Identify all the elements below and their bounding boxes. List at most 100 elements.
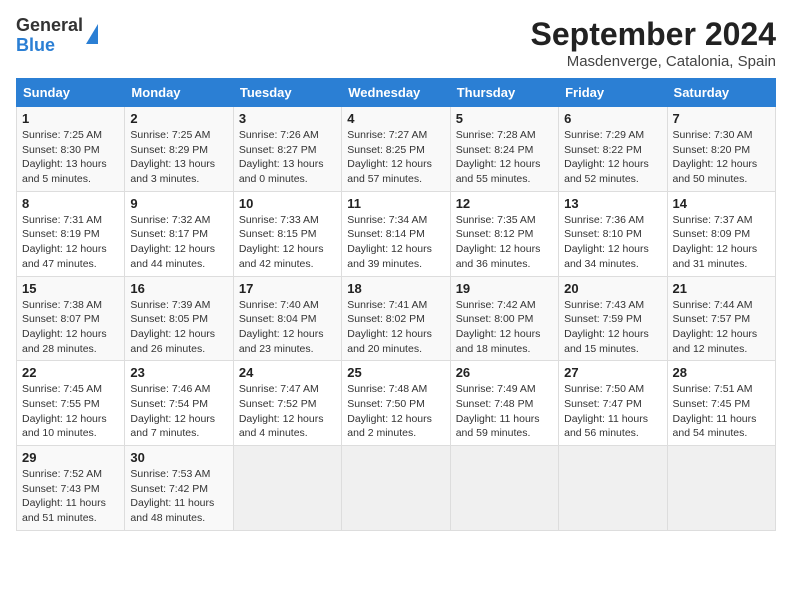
calendar-week-row: 22 Sunrise: 7:45 AMSunset: 7:55 PMDayligh… <box>17 361 776 446</box>
day-number: 21 <box>673 281 770 296</box>
day-info: Sunrise: 7:34 AMSunset: 8:14 PMDaylight:… <box>347 213 444 272</box>
calendar-cell: 16 Sunrise: 7:39 AMSunset: 8:05 PMDayligh… <box>125 276 233 361</box>
day-number: 11 <box>347 196 444 211</box>
calendar-header-row: SundayMondayTuesdayWednesdayThursdayFrid… <box>17 79 776 107</box>
calendar-cell: 7 Sunrise: 7:30 AMSunset: 8:20 PMDaylight… <box>667 107 775 192</box>
day-info: Sunrise: 7:47 AMSunset: 7:52 PMDaylight:… <box>239 382 336 441</box>
day-info: Sunrise: 7:32 AMSunset: 8:17 PMDaylight:… <box>130 213 227 272</box>
day-number: 13 <box>564 196 661 211</box>
day-number: 2 <box>130 111 227 126</box>
day-info: Sunrise: 7:25 AMSunset: 8:30 PMDaylight:… <box>22 128 119 187</box>
day-number: 3 <box>239 111 336 126</box>
day-number: 12 <box>456 196 553 211</box>
calendar-cell: 28Sunrise: 7:51 AMSunset: 7:45 PMDayligh… <box>667 361 775 446</box>
calendar-cell: 19 Sunrise: 7:42 AMSunset: 8:00 PMDayligh… <box>450 276 558 361</box>
calendar-cell <box>559 446 667 531</box>
calendar-cell: 23 Sunrise: 7:46 AMSunset: 7:54 PMDayligh… <box>125 361 233 446</box>
calendar-cell: 13Sunrise: 7:36 AMSunset: 8:10 PMDayligh… <box>559 191 667 276</box>
calendar-body: 1 Sunrise: 7:25 AMSunset: 8:30 PMDaylight… <box>17 107 776 531</box>
day-of-week-header: Sunday <box>17 79 125 107</box>
day-number: 23 <box>130 365 227 380</box>
day-info: Sunrise: 7:31 AMSunset: 8:19 PMDaylight:… <box>22 213 119 272</box>
day-of-week-header: Monday <box>125 79 233 107</box>
location: Masdenverge, Catalonia, Spain <box>531 53 776 70</box>
calendar-cell <box>342 446 450 531</box>
day-info: Sunrise: 7:28 AMSunset: 8:24 PMDaylight:… <box>456 128 553 187</box>
calendar-cell: 30Sunrise: 7:53 AMSunset: 7:42 PMDayligh… <box>125 446 233 531</box>
calendar-table: SundayMondayTuesdayWednesdayThursdayFrid… <box>16 78 776 531</box>
day-number: 25 <box>347 365 444 380</box>
day-info: Sunrise: 7:30 AMSunset: 8:20 PMDaylight:… <box>673 128 770 187</box>
month-title: September 2024 <box>531 16 776 53</box>
day-info: Sunrise: 7:44 AMSunset: 7:57 PMDaylight:… <box>673 298 770 357</box>
day-info: Sunrise: 7:46 AMSunset: 7:54 PMDaylight:… <box>130 382 227 441</box>
day-number: 15 <box>22 281 119 296</box>
day-number: 17 <box>239 281 336 296</box>
calendar-cell: 11 Sunrise: 7:34 AMSunset: 8:14 PMDayligh… <box>342 191 450 276</box>
calendar-cell: 27 Sunrise: 7:50 AMSunset: 7:47 PMDayligh… <box>559 361 667 446</box>
day-info: Sunrise: 7:29 AMSunset: 8:22 PMDaylight:… <box>564 128 661 187</box>
day-info: Sunrise: 7:37 AMSunset: 8:09 PMDaylight:… <box>673 213 770 272</box>
calendar-cell: 10 Sunrise: 7:33 AMSunset: 8:15 PMDayligh… <box>233 191 341 276</box>
calendar-cell: 2 Sunrise: 7:25 AMSunset: 8:29 PMDaylight… <box>125 107 233 192</box>
day-number: 4 <box>347 111 444 126</box>
day-info: Sunrise: 7:53 AMSunset: 7:42 PMDaylight:… <box>130 467 227 526</box>
day-info: Sunrise: 7:35 AMSunset: 8:12 PMDaylight:… <box>456 213 553 272</box>
day-number: 20 <box>564 281 661 296</box>
calendar-week-row: 15 Sunrise: 7:38 AMSunset: 8:07 PMDayligh… <box>17 276 776 361</box>
day-number: 7 <box>673 111 770 126</box>
calendar-cell: 4Sunrise: 7:27 AMSunset: 8:25 PMDaylight… <box>342 107 450 192</box>
calendar-cell: 8 Sunrise: 7:31 AMSunset: 8:19 PMDaylight… <box>17 191 125 276</box>
day-number: 22 <box>22 365 119 380</box>
day-number: 27 <box>564 365 661 380</box>
calendar-cell: 9 Sunrise: 7:32 AMSunset: 8:17 PMDaylight… <box>125 191 233 276</box>
day-info: Sunrise: 7:25 AMSunset: 8:29 PMDaylight:… <box>130 128 227 187</box>
day-number: 28 <box>673 365 770 380</box>
calendar-cell: 20 Sunrise: 7:43 AMSunset: 7:59 PMDayligh… <box>559 276 667 361</box>
day-number: 5 <box>456 111 553 126</box>
calendar-cell: 1 Sunrise: 7:25 AMSunset: 8:30 PMDaylight… <box>17 107 125 192</box>
calendar-cell: 18 Sunrise: 7:41 AMSunset: 8:02 PMDayligh… <box>342 276 450 361</box>
logo: General Blue <box>16 16 98 56</box>
day-number: 29 <box>22 450 119 465</box>
calendar-week-row: 29Sunrise: 7:52 AMSunset: 7:43 PMDayligh… <box>17 446 776 531</box>
logo-text: General Blue <box>16 16 83 56</box>
day-number: 10 <box>239 196 336 211</box>
day-number: 6 <box>564 111 661 126</box>
day-of-week-header: Wednesday <box>342 79 450 107</box>
day-info: Sunrise: 7:43 AMSunset: 7:59 PMDaylight:… <box>564 298 661 357</box>
calendar-cell <box>450 446 558 531</box>
day-info: Sunrise: 7:45 AMSunset: 7:55 PMDaylight:… <box>22 382 119 441</box>
calendar-cell: 25Sunrise: 7:48 AMSunset: 7:50 PMDayligh… <box>342 361 450 446</box>
calendar-cell: 24Sunrise: 7:47 AMSunset: 7:52 PMDayligh… <box>233 361 341 446</box>
day-number: 14 <box>673 196 770 211</box>
day-number: 1 <box>22 111 119 126</box>
calendar-cell <box>233 446 341 531</box>
day-number: 18 <box>347 281 444 296</box>
day-info: Sunrise: 7:50 AMSunset: 7:47 PMDaylight:… <box>564 382 661 441</box>
page-header: General Blue September 2024 Masdenverge,… <box>16 16 776 70</box>
logo-triangle-icon <box>86 24 98 44</box>
calendar-cell: 14 Sunrise: 7:37 AMSunset: 8:09 PMDayligh… <box>667 191 775 276</box>
day-of-week-header: Saturday <box>667 79 775 107</box>
calendar-cell: 29Sunrise: 7:52 AMSunset: 7:43 PMDayligh… <box>17 446 125 531</box>
calendar-week-row: 8 Sunrise: 7:31 AMSunset: 8:19 PMDaylight… <box>17 191 776 276</box>
day-of-week-header: Thursday <box>450 79 558 107</box>
day-number: 8 <box>22 196 119 211</box>
title-block: September 2024 Masdenverge, Catalonia, S… <box>531 16 776 70</box>
day-number: 16 <box>130 281 227 296</box>
logo-general: General <box>16 16 83 36</box>
calendar-cell: 12 Sunrise: 7:35 AMSunset: 8:12 PMDayligh… <box>450 191 558 276</box>
calendar-cell: 5 Sunrise: 7:28 AMSunset: 8:24 PMDaylight… <box>450 107 558 192</box>
calendar-cell: 21 Sunrise: 7:44 AMSunset: 7:57 PMDayligh… <box>667 276 775 361</box>
day-info: Sunrise: 7:39 AMSunset: 8:05 PMDaylight:… <box>130 298 227 357</box>
day-number: 19 <box>456 281 553 296</box>
day-info: Sunrise: 7:41 AMSunset: 8:02 PMDaylight:… <box>347 298 444 357</box>
day-info: Sunrise: 7:33 AMSunset: 8:15 PMDaylight:… <box>239 213 336 272</box>
day-of-week-header: Tuesday <box>233 79 341 107</box>
day-info: Sunrise: 7:42 AMSunset: 8:00 PMDaylight:… <box>456 298 553 357</box>
day-number: 9 <box>130 196 227 211</box>
day-info: Sunrise: 7:38 AMSunset: 8:07 PMDaylight:… <box>22 298 119 357</box>
calendar-cell: 15 Sunrise: 7:38 AMSunset: 8:07 PMDayligh… <box>17 276 125 361</box>
day-info: Sunrise: 7:40 AMSunset: 8:04 PMDaylight:… <box>239 298 336 357</box>
